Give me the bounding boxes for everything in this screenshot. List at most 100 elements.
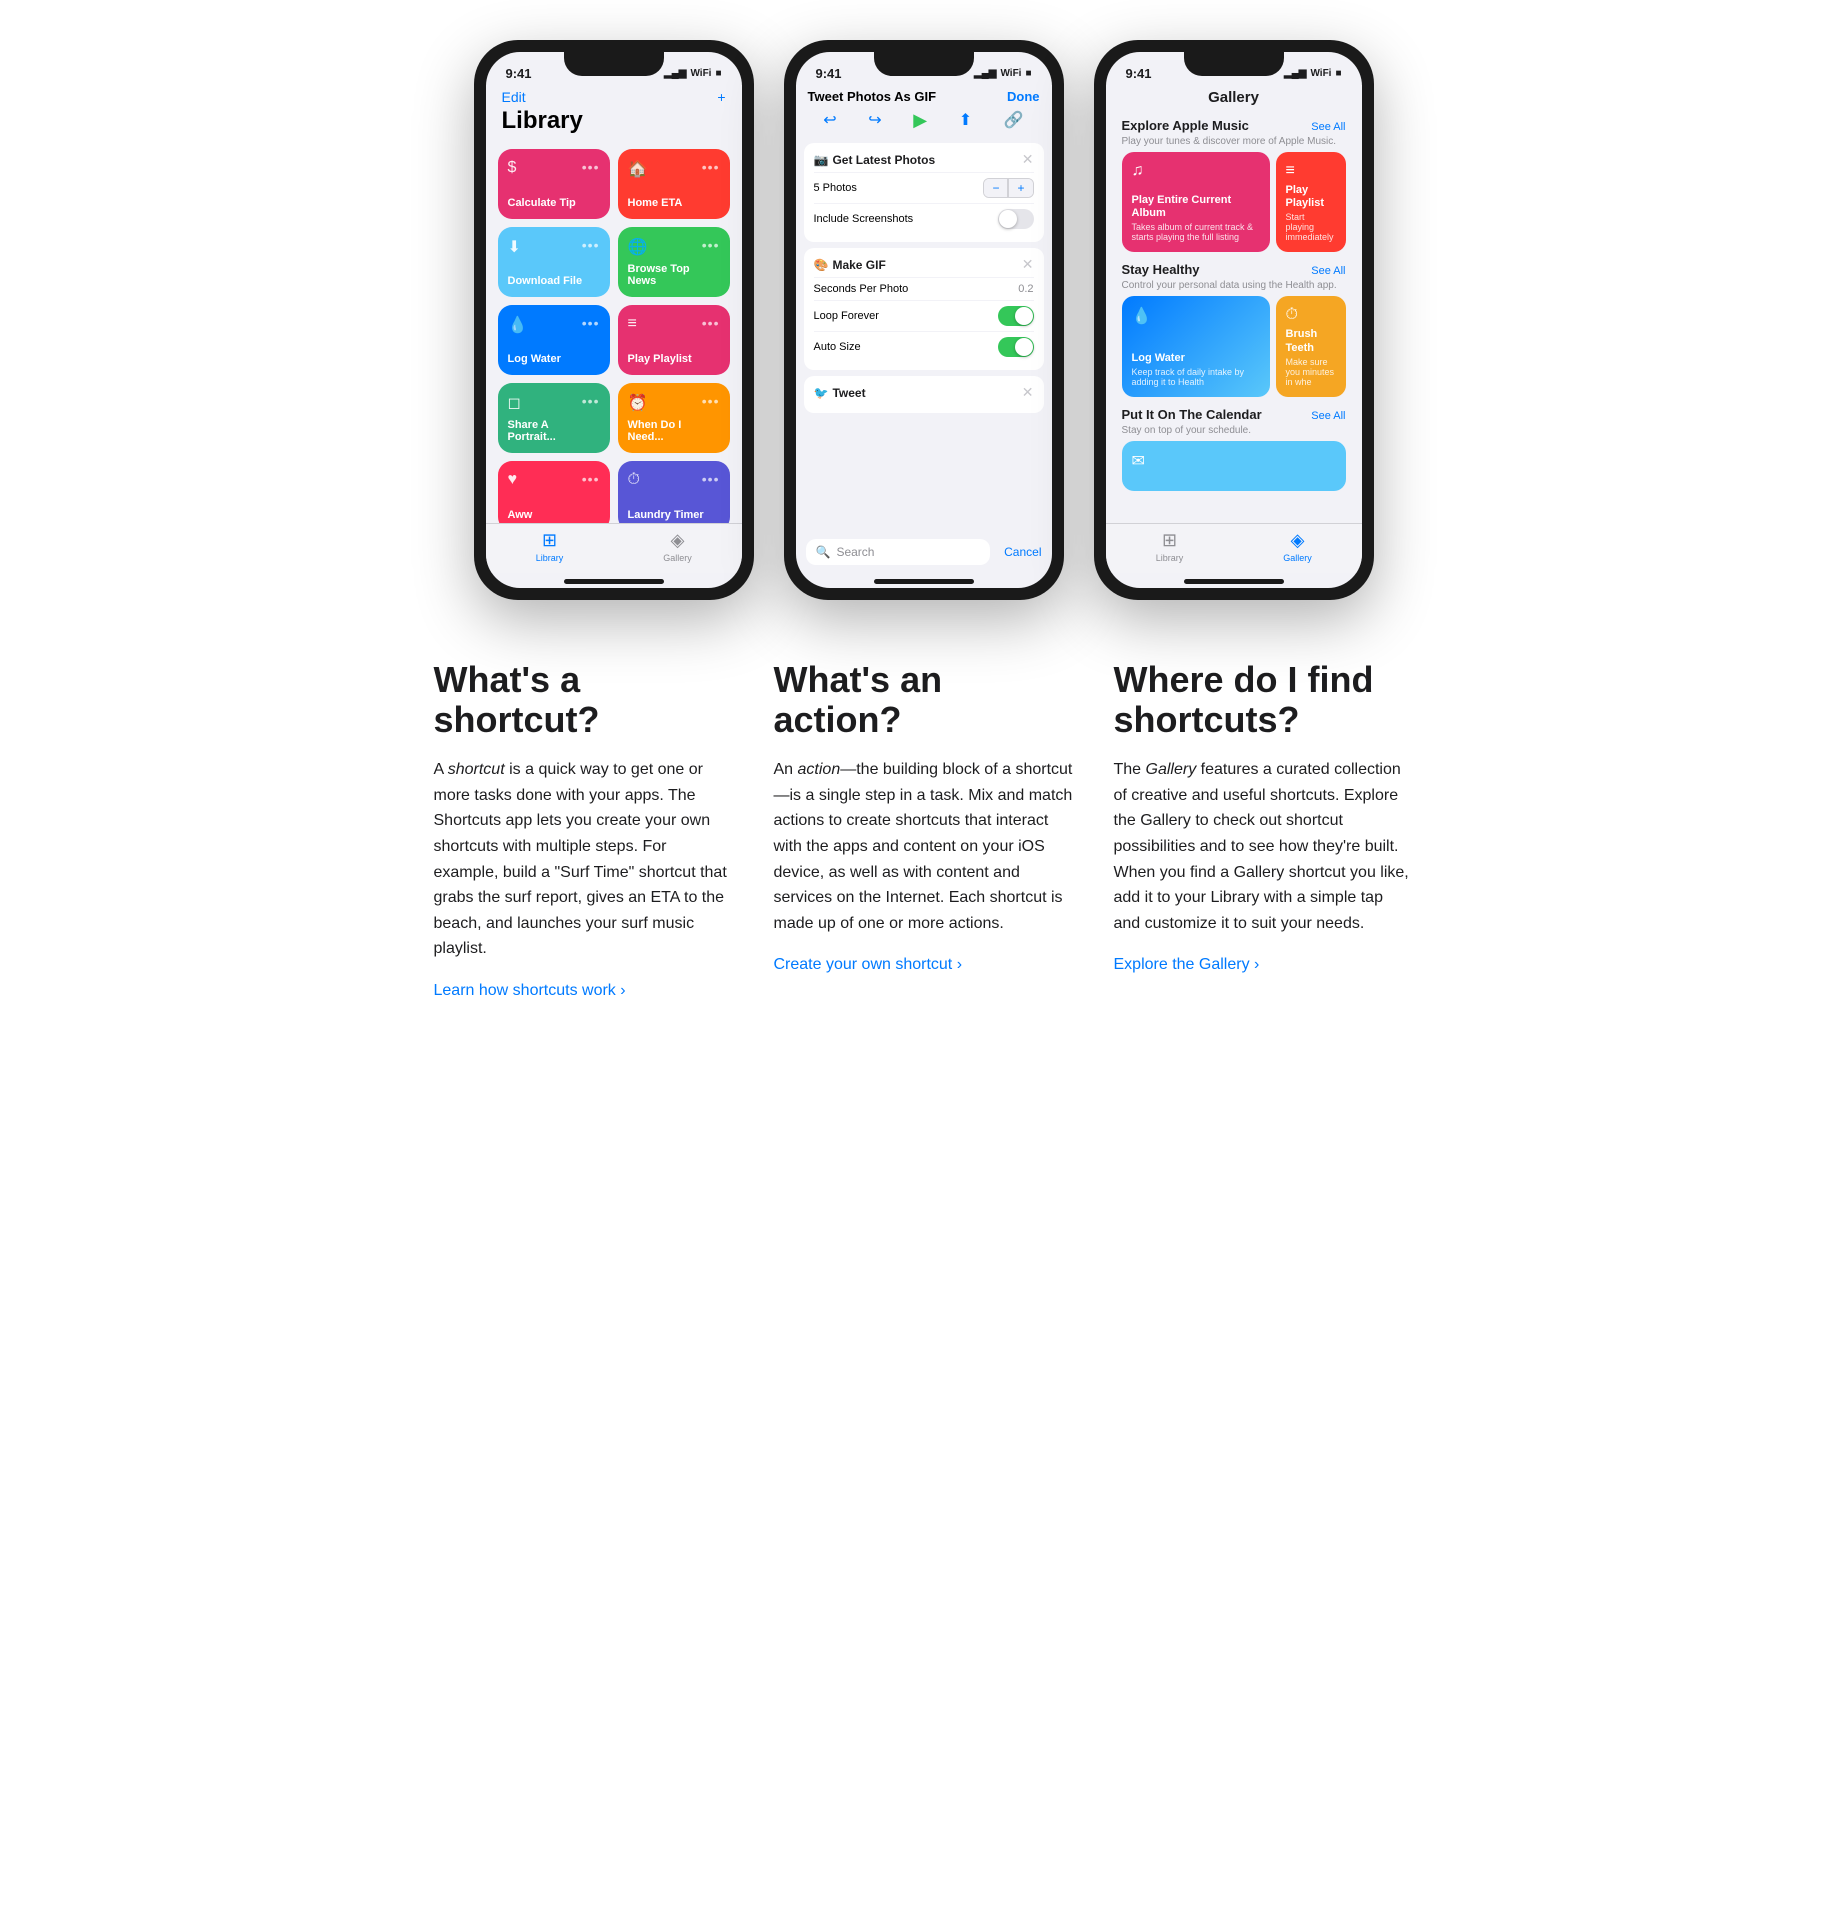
card-icon-calendar: ✉ <box>1132 451 1336 471</box>
tile-icon-download: ⬇ <box>508 237 521 257</box>
body-action: An action—the building block of a shortc… <box>774 757 1074 936</box>
card-play-album[interactable]: ♫ Play Entire Current Album Takes album … <box>1122 152 1270 252</box>
tile-laundry-timer[interactable]: ⏱••• Laundry Timer <box>618 461 730 523</box>
phone-library: 9:41 ▂▄▆ WiFi ■ Edit + Library <box>474 40 754 600</box>
photos-count-label: 5 Photos <box>814 182 857 194</box>
section-header-health: Stay Healthy See All <box>1122 262 1346 277</box>
link-action[interactable]: Create your own shortcut › <box>774 956 963 973</box>
tile-aww[interactable]: ♥••• Aww <box>498 461 610 523</box>
tile-dots-9: ••• <box>582 471 600 487</box>
tile-dots-3: ••• <box>582 237 600 253</box>
edit-button[interactable]: Edit <box>502 89 526 105</box>
tile-calculate-tip[interactable]: $••• Calculate Tip <box>498 149 610 219</box>
action-tweet-title: 🐦 Tweet <box>814 386 866 400</box>
search-cancel-button[interactable]: Cancel <box>996 545 1041 559</box>
section-sub-health: Control your personal data using the Hea… <box>1122 280 1346 291</box>
link-shortcut[interactable]: Learn how shortcuts work › <box>434 982 626 999</box>
info-col-action: What's an action? An action—the building… <box>774 660 1074 1000</box>
library-tab-bar: ⊞ Library ◈ Gallery <box>486 523 742 573</box>
action-row-loop: Loop Forever <box>814 300 1034 331</box>
share-button[interactable]: ⬆ <box>959 110 972 131</box>
library-tab-icon: ⊞ <box>542 530 557 551</box>
link-button[interactable]: 🔗 <box>1004 110 1024 131</box>
tile-label-aww: Aww <box>508 509 600 521</box>
add-button[interactable]: + <box>717 89 725 105</box>
remove-action-1[interactable]: ✕ <box>1022 151 1034 168</box>
phone-action-screen: 9:41 ▂▄▆ WiFi ■ Tweet Photos As GIF Done… <box>796 52 1052 588</box>
card-play-playlist[interactable]: ≡ Play Playlist Start playing immediatel… <box>1276 152 1346 252</box>
see-all-health[interactable]: See All <box>1311 265 1345 277</box>
section-sub-calendar: Stay on top of your schedule. <box>1122 425 1346 436</box>
gallery-section-calendar: Put It On The Calendar See All Stay on t… <box>1112 401 1356 495</box>
search-bar[interactable]: 🔍 Search <box>806 539 991 565</box>
wifi-icon-1: WiFi <box>690 68 711 79</box>
section-header-calendar: Put It On The Calendar See All <box>1122 407 1346 422</box>
signal-icon-2: ▂▄▆ <box>974 68 996 79</box>
gallery-cards-music: ♫ Play Entire Current Album Takes album … <box>1122 152 1346 252</box>
photos-stepper[interactable]: − + <box>983 178 1033 198</box>
loop-toggle[interactable] <box>998 306 1034 326</box>
remove-action-2[interactable]: ✕ <box>1022 256 1034 273</box>
card-title-album: Play Entire Current Album <box>1132 194 1260 220</box>
make-gif-label: Make GIF <box>832 258 885 272</box>
action-row-screenshots: Include Screenshots <box>814 203 1034 234</box>
action-row-photos: 5 Photos − + <box>814 172 1034 203</box>
tile-share-portrait[interactable]: ◻••• Share A Portrait... <box>498 383 610 453</box>
action-list: 📷 Get Latest Photos ✕ 5 Photos − + <box>796 143 1052 533</box>
stepper-minus[interactable]: − <box>984 179 1008 197</box>
loop-label: Loop Forever <box>814 310 879 322</box>
autosize-toggle[interactable] <box>998 337 1034 357</box>
tile-dots-8: ••• <box>702 393 720 409</box>
action-editor-title: Tweet Photos As GIF <box>808 89 937 104</box>
see-all-music[interactable]: See All <box>1311 121 1345 133</box>
card-log-water[interactable]: 💧 Log Water Keep track of daily intake b… <box>1122 296 1270 396</box>
home-indicator-3 <box>1184 579 1284 584</box>
done-button[interactable]: Done <box>1007 89 1040 104</box>
tile-when-do-i-need[interactable]: ⏰••• When Do I Need... <box>618 383 730 453</box>
card-title-water: Log Water <box>1132 352 1260 365</box>
phone-library-screen: 9:41 ▂▄▆ WiFi ■ Edit + Library <box>486 52 742 588</box>
stepper-plus[interactable]: + <box>1008 179 1032 197</box>
section-header-music: Explore Apple Music See All <box>1122 118 1346 133</box>
tab-library-gallery[interactable]: ⊞ Library <box>1106 530 1234 563</box>
gallery-tab-icon-3: ◈ <box>1291 530 1305 551</box>
redo-button[interactable]: ↪ <box>868 110 881 131</box>
section-title-calendar: Put It On The Calendar <box>1122 407 1262 422</box>
phone-gallery: 9:41 ▂▄▆ WiFi ■ Gallery Explore App <box>1094 40 1374 600</box>
signal-icon-3: ▂▄▆ <box>1284 68 1306 79</box>
undo-button[interactable]: ↩ <box>823 110 836 131</box>
get-latest-label: Get Latest Photos <box>832 153 935 167</box>
tile-browse-news[interactable]: 🌐••• Browse Top News <box>618 227 730 297</box>
library-grid: $••• Calculate Tip 🏠••• Home ETA ⬇••• Do… <box>486 143 742 523</box>
tile-log-water[interactable]: 💧••• Log Water <box>498 305 610 375</box>
wifi-icon-2: WiFi <box>1000 68 1021 79</box>
tab-gallery-gallery[interactable]: ◈ Gallery <box>1234 530 1362 563</box>
info-col-gallery: Where do I find shortcuts? The Gallery f… <box>1114 660 1414 1000</box>
see-all-calendar[interactable]: See All <box>1311 410 1345 422</box>
card-sub-album: Takes album of current track & starts pl… <box>1132 222 1260 242</box>
tile-home-eta[interactable]: 🏠••• Home ETA <box>618 149 730 219</box>
tile-download-file[interactable]: ⬇••• Download File <box>498 227 610 297</box>
section-title-health: Stay Healthy <box>1122 262 1200 277</box>
tab-library[interactable]: ⊞ Library <box>486 530 614 563</box>
play-button[interactable]: ▶ <box>913 110 927 131</box>
gallery-tab-label: Gallery <box>663 553 692 563</box>
status-bar-2: 9:41 ▂▄▆ WiFi ■ <box>796 52 1052 85</box>
link-gallery[interactable]: Explore the Gallery › <box>1114 956 1260 973</box>
gallery-section-music: Explore Apple Music See All Play your tu… <box>1112 112 1356 256</box>
tab-gallery[interactable]: ◈ Gallery <box>614 530 742 563</box>
remove-action-3[interactable]: ✕ <box>1022 384 1034 401</box>
gallery-tab-icon: ◈ <box>671 530 685 551</box>
status-icons-2: ▂▄▆ WiFi ■ <box>974 68 1032 79</box>
action-make-gif: 🎨 Make GIF ✕ Seconds Per Photo 0.2 Loop … <box>804 248 1044 370</box>
heading-shortcut: What's a shortcut? <box>434 660 734 739</box>
card-icon-water: 💧 <box>1132 306 1260 326</box>
library-header: Edit + Library <box>486 85 742 143</box>
body-shortcut: A shortcut is a quick way to get one or … <box>434 757 734 962</box>
screenshots-toggle[interactable] <box>998 209 1034 229</box>
card-brush-teeth[interactable]: ⏱ Brush Teeth Make sure you minutes in w… <box>1276 296 1346 396</box>
tile-play-playlist[interactable]: ≡••• Play Playlist <box>618 305 730 375</box>
card-calendar[interactable]: ✉ <box>1122 441 1346 491</box>
action-make-gif-title: 🎨 Make GIF <box>814 258 886 272</box>
action-row-seconds: Seconds Per Photo 0.2 <box>814 277 1034 300</box>
